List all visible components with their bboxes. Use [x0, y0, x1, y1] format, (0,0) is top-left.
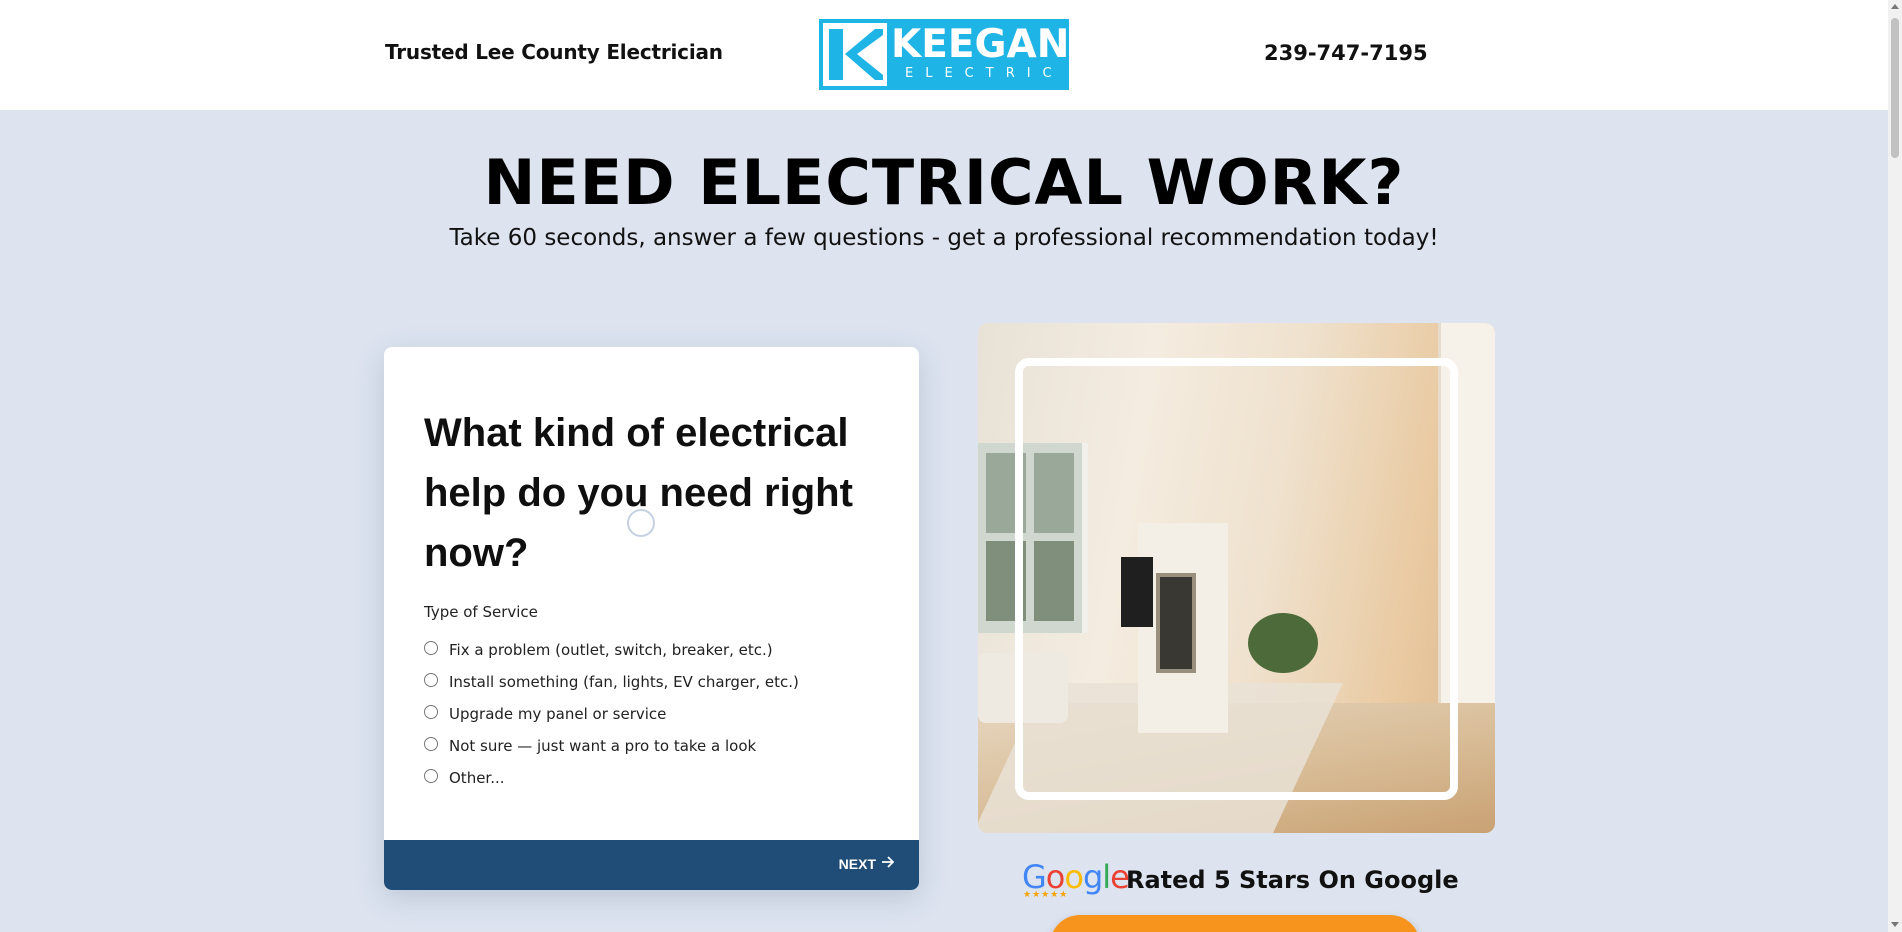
cta-button[interactable]: [1050, 915, 1420, 932]
hero-subtitle: Take 60 seconds, answer a few questions …: [449, 225, 1439, 251]
hero-title: NEED ELECTRICAL WORK?: [483, 146, 1405, 219]
service-option-other[interactable]: Other...: [424, 762, 799, 794]
keegan-electric-logo[interactable]: KEEGAN ELECTRIC: [819, 19, 1069, 90]
loading-spinner-icon: [627, 509, 655, 537]
living-room-photo: [978, 323, 1495, 833]
google-rating: Google ★★★★★ Rated 5 Stars On Google: [1022, 860, 1459, 900]
google-stars-icon: ★★★★★: [1023, 890, 1069, 900]
next-button-label: NEXT: [838, 856, 876, 872]
service-option-not-sure[interactable]: Not sure — just want a pro to take a loo…: [424, 730, 799, 762]
header-phone-link[interactable]: 239-747-7195: [1264, 41, 1428, 65]
arrow-right-icon: [881, 855, 895, 873]
google-wordmark: Google: [1022, 858, 1130, 896]
service-form-card: What kind of electrical help do you need…: [384, 347, 919, 890]
service-option-fix[interactable]: Fix a problem (outlet, switch, breaker, …: [424, 634, 799, 666]
radio-button[interactable]: [424, 769, 438, 783]
logo-k-mark-icon: [823, 23, 887, 86]
scroll-down-arrow-icon[interactable]: [1891, 922, 1899, 927]
logo-wordmark: KEEGAN: [891, 22, 1070, 67]
site-header: Trusted Lee County Electrician KEEGAN EL…: [0, 0, 1888, 110]
option-label[interactable]: Install something (fan, lights, EV charg…: [449, 673, 799, 691]
google-rated-text: Rated 5 Stars On Google: [1126, 866, 1459, 894]
option-label[interactable]: Upgrade my panel or service: [449, 705, 666, 723]
service-option-upgrade[interactable]: Upgrade my panel or service: [424, 698, 799, 730]
service-option-install[interactable]: Install something (fan, lights, EV charg…: [424, 666, 799, 698]
page-scrollbar[interactable]: [1888, 0, 1902, 932]
header-tagline: Trusted Lee County Electrician: [385, 40, 723, 64]
option-label[interactable]: Other...: [449, 769, 505, 787]
radio-button[interactable]: [424, 673, 438, 687]
photo-white-frame: [1015, 358, 1458, 800]
scrollbar-thumb[interactable]: [1891, 18, 1899, 158]
google-logo-icon: Google ★★★★★: [1022, 858, 1130, 900]
service-type-label: Type of Service: [424, 603, 538, 621]
radio-button[interactable]: [424, 705, 438, 719]
option-label[interactable]: Fix a problem (outlet, switch, breaker, …: [449, 641, 773, 659]
radio-button[interactable]: [424, 641, 438, 655]
form-question: What kind of electrical help do you need…: [424, 411, 853, 575]
logo-subtitle: ELECTRIC: [905, 66, 1064, 81]
scroll-up-arrow-icon[interactable]: [1891, 4, 1899, 9]
option-label[interactable]: Not sure — just want a pro to take a loo…: [449, 737, 756, 755]
radio-button[interactable]: [424, 737, 438, 751]
next-button[interactable]: NEXT: [839, 855, 895, 873]
form-footer-bar: NEXT: [384, 840, 919, 890]
service-type-options: Fix a problem (outlet, switch, breaker, …: [424, 634, 799, 794]
